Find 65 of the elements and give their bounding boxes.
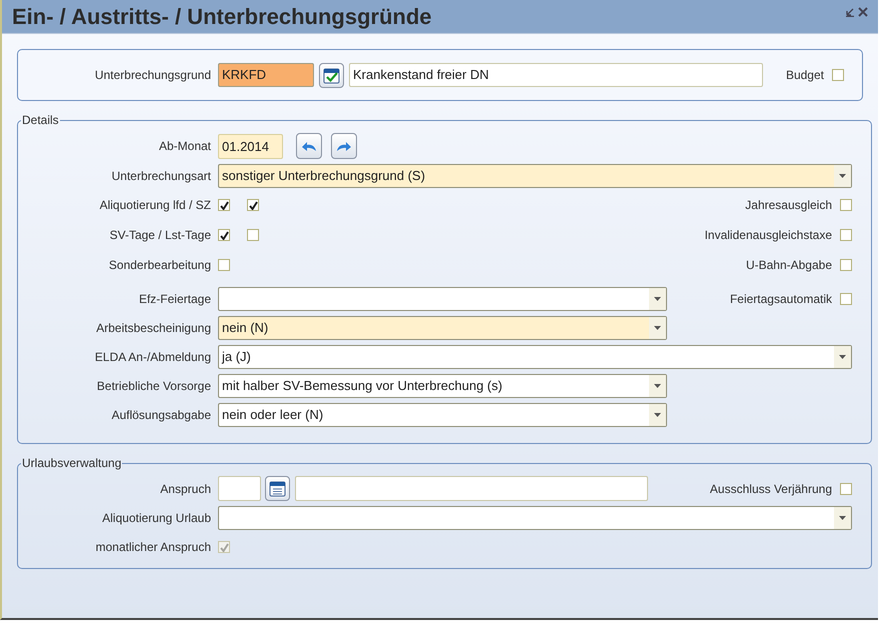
checkbox-label: Budget xyxy=(786,67,824,84)
checkbox[interactable] xyxy=(247,199,259,211)
back-button[interactable] xyxy=(296,133,322,159)
check-icon xyxy=(220,230,228,240)
calendar-icon xyxy=(269,480,286,497)
dropdown-caret-icon xyxy=(839,354,846,358)
dropdown[interactable]: mit halber SV-Bemessung vor Unterbrechung (s) xyxy=(218,374,667,398)
dropdown[interactable] xyxy=(218,506,852,530)
dropdown[interactable]: ja (J) xyxy=(218,344,852,368)
checkbox[interactable] xyxy=(840,292,852,304)
checkbox[interactable] xyxy=(218,229,230,241)
checkbox-label: Ausschluss Verjährung xyxy=(710,480,832,498)
input-field[interactable] xyxy=(218,476,261,501)
window-title: Ein- / Austritts- / Unterbrechungsgründe xyxy=(12,6,432,28)
month-field[interactable]: 01.2014 xyxy=(218,134,283,158)
checkbox-label: Feiertagsautomatik xyxy=(730,290,832,308)
checkbox-label: U-Bahn-Abgabe xyxy=(746,257,832,274)
dropdown-caret-icon xyxy=(839,174,846,178)
field-label: monatlicher Anspruch xyxy=(94,539,212,556)
group-legend: Details xyxy=(21,113,60,127)
field-label: ELDA An-/Abmeldung xyxy=(94,348,212,366)
field-label: Aliquotierung lfd / SZ xyxy=(98,197,212,214)
dropdown[interactable]: nein oder leer (N) xyxy=(218,402,667,426)
code-field[interactable]: KRKFD xyxy=(218,63,314,87)
dropdown-caret-icon xyxy=(839,516,846,520)
forward-button[interactable] xyxy=(331,133,357,159)
forward-arrow-icon xyxy=(335,139,353,153)
checkbox[interactable] xyxy=(840,229,852,241)
field-label: Efz-Feiertage xyxy=(138,290,212,308)
check-icon xyxy=(220,200,228,210)
checkbox[interactable] xyxy=(218,259,230,271)
dropdown-caret-icon xyxy=(654,326,661,330)
dropdown-caret-icon xyxy=(654,296,661,300)
dropdown[interactable]: nein (N) xyxy=(218,316,667,340)
calendar-check-icon xyxy=(323,66,340,84)
input-field[interactable] xyxy=(295,476,648,501)
dropdown-caret-icon xyxy=(654,384,661,388)
checkbox[interactable] xyxy=(218,199,230,211)
field-label: Aliquotierung Urlaub xyxy=(101,510,212,526)
field-label: Betriebliche Vorsorge xyxy=(96,378,212,394)
minimize-icon[interactable] xyxy=(845,6,855,16)
field-label: Ab-Monat xyxy=(158,138,212,155)
dropdown[interactable]: sonstiger Unterbrechungsgrund (S) xyxy=(218,164,852,188)
calendar-button[interactable] xyxy=(319,62,344,88)
checkbox[interactable] xyxy=(840,259,852,271)
close-icon[interactable] xyxy=(858,6,868,16)
field-label: Anspruch xyxy=(159,480,212,498)
checkbox[interactable] xyxy=(840,482,852,494)
field-label: Unterbrechungsgrund xyxy=(94,67,212,84)
checkbox[interactable] xyxy=(832,69,844,81)
dropdown-caret-icon xyxy=(654,412,661,416)
checkbox[interactable] xyxy=(247,229,259,241)
field-label: SV-Tage / Lst-Tage xyxy=(108,227,212,244)
check-icon xyxy=(248,200,258,210)
field-label: Sonderbearbeitung xyxy=(108,257,212,274)
group-legend: Urlaubsverwaltung xyxy=(21,456,122,470)
checkbox[interactable] xyxy=(840,199,852,211)
calendar-button[interactable] xyxy=(265,476,290,501)
description-field[interactable]: Krankenstand freier DN xyxy=(349,63,763,87)
field-label: Arbeitsbescheinigung xyxy=(95,320,212,336)
checkbox-label: Invalidenausgleichstaxe xyxy=(704,227,832,244)
field-label: Auflösungsabgabe xyxy=(110,406,212,424)
checkbox-label: Jahresausgleich xyxy=(745,197,832,214)
field-label: Unterbrechungsart xyxy=(110,168,212,184)
dropdown[interactable] xyxy=(218,286,667,310)
